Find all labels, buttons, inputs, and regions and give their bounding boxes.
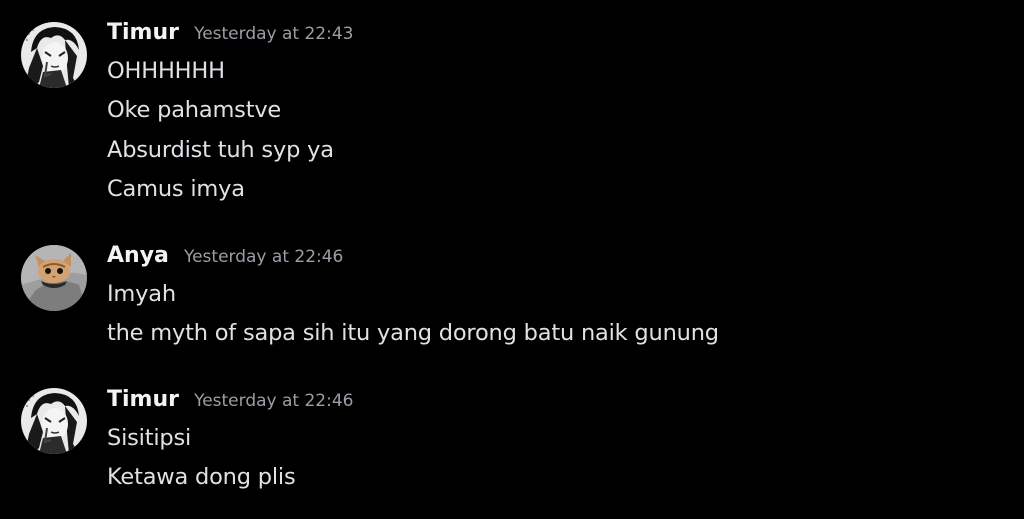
- message-text: Imyah: [107, 281, 176, 307]
- message-header: Anya Yesterday at 22:46: [107, 243, 343, 275]
- chat-messages: Timur Yesterday at 22:43 OHHHHHH Oke pah…: [0, 0, 1024, 519]
- username[interactable]: Timur: [107, 20, 179, 45]
- message-text: Camus imya: [107, 176, 245, 202]
- message-text: Absurdist tuh syp ya: [107, 137, 334, 163]
- username[interactable]: Timur: [107, 387, 179, 412]
- timestamp: Yesterday at 22:46: [183, 247, 344, 267]
- cat-avatar-icon[interactable]: [21, 245, 87, 311]
- message-header: Timur Yesterday at 22:46: [107, 387, 354, 419]
- message-header: Timur Yesterday at 22:43: [107, 20, 354, 52]
- message-text: Oke pahamstve: [107, 97, 282, 123]
- timestamp: Yesterday at 22:43: [194, 24, 354, 44]
- message-text: Sisitipsi: [107, 425, 192, 451]
- manga-avatar-icon[interactable]: [21, 388, 87, 454]
- message-text: the myth of sapa sih itu yang dorong bat…: [107, 320, 719, 346]
- message-text: Ketawa dong plis: [107, 464, 296, 490]
- username[interactable]: Anya: [107, 243, 169, 268]
- manga-avatar-icon[interactable]: [21, 22, 87, 88]
- timestamp: Yesterday at 22:46: [194, 391, 354, 411]
- message-text: OHHHHHH: [107, 58, 225, 84]
